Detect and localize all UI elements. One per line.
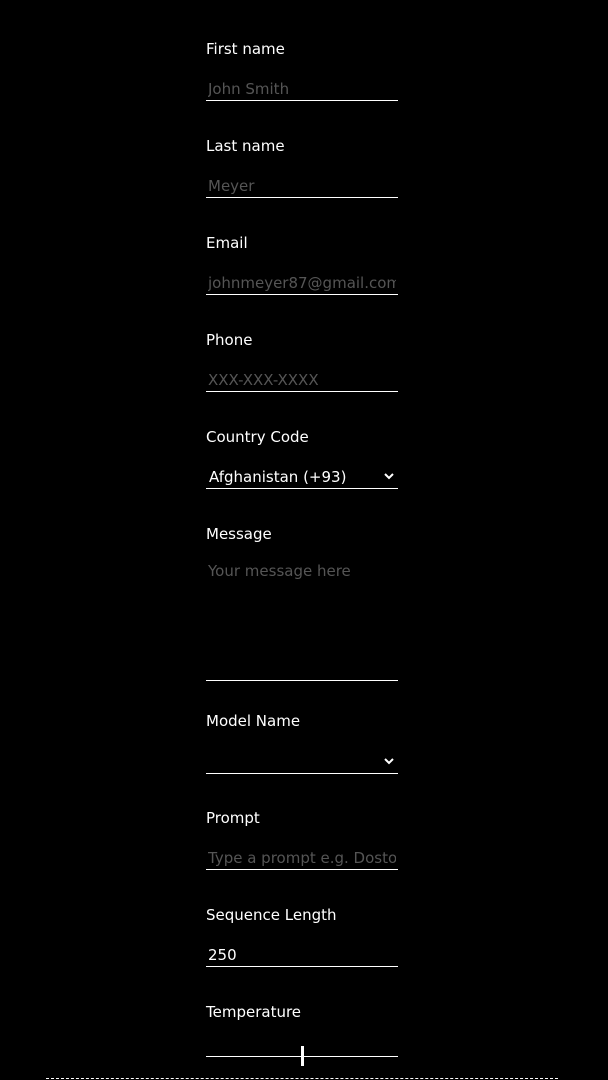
email-label: Email: [206, 234, 248, 252]
message-label: Message: [206, 525, 272, 543]
chevron-down-icon: [384, 758, 394, 765]
prompt-field-wrap: [206, 847, 398, 870]
phone-input[interactable]: [206, 369, 398, 391]
chevron-down-icon: [384, 473, 394, 480]
country-code-selected-value: Afghanistan (+93): [209, 468, 347, 486]
dashed-divider: [46, 1078, 558, 1079]
country-code-label: Country Code: [206, 428, 309, 446]
message-textarea[interactable]: [206, 558, 398, 676]
model-name-select[interactable]: [206, 751, 398, 774]
sequence-length-label: Sequence Length: [206, 906, 337, 924]
last-name-input[interactable]: [206, 175, 398, 197]
temperature-label: Temperature: [206, 1003, 302, 1021]
last-name-label: Last name: [206, 137, 285, 155]
email-field-wrap: [206, 272, 398, 295]
first-name-label: First name: [206, 40, 285, 58]
prompt-label: Prompt: [206, 809, 260, 827]
first-name-input[interactable]: [206, 78, 398, 100]
email-input[interactable]: [206, 272, 398, 294]
sequence-length-field-wrap: [206, 944, 398, 967]
prompt-input[interactable]: [206, 847, 398, 869]
first-name-field-wrap: [206, 78, 398, 101]
phone-label: Phone: [206, 331, 253, 349]
model-name-label: Model Name: [206, 712, 301, 730]
sequence-length-input[interactable]: [206, 944, 398, 966]
message-field-wrap: [206, 558, 398, 681]
phone-field-wrap: [206, 369, 398, 392]
country-code-select[interactable]: Afghanistan (+93): [206, 466, 398, 489]
temperature-slider-thumb[interactable]: [301, 1046, 304, 1066]
last-name-field-wrap: [206, 175, 398, 198]
temperature-slider[interactable]: [206, 1045, 398, 1067]
